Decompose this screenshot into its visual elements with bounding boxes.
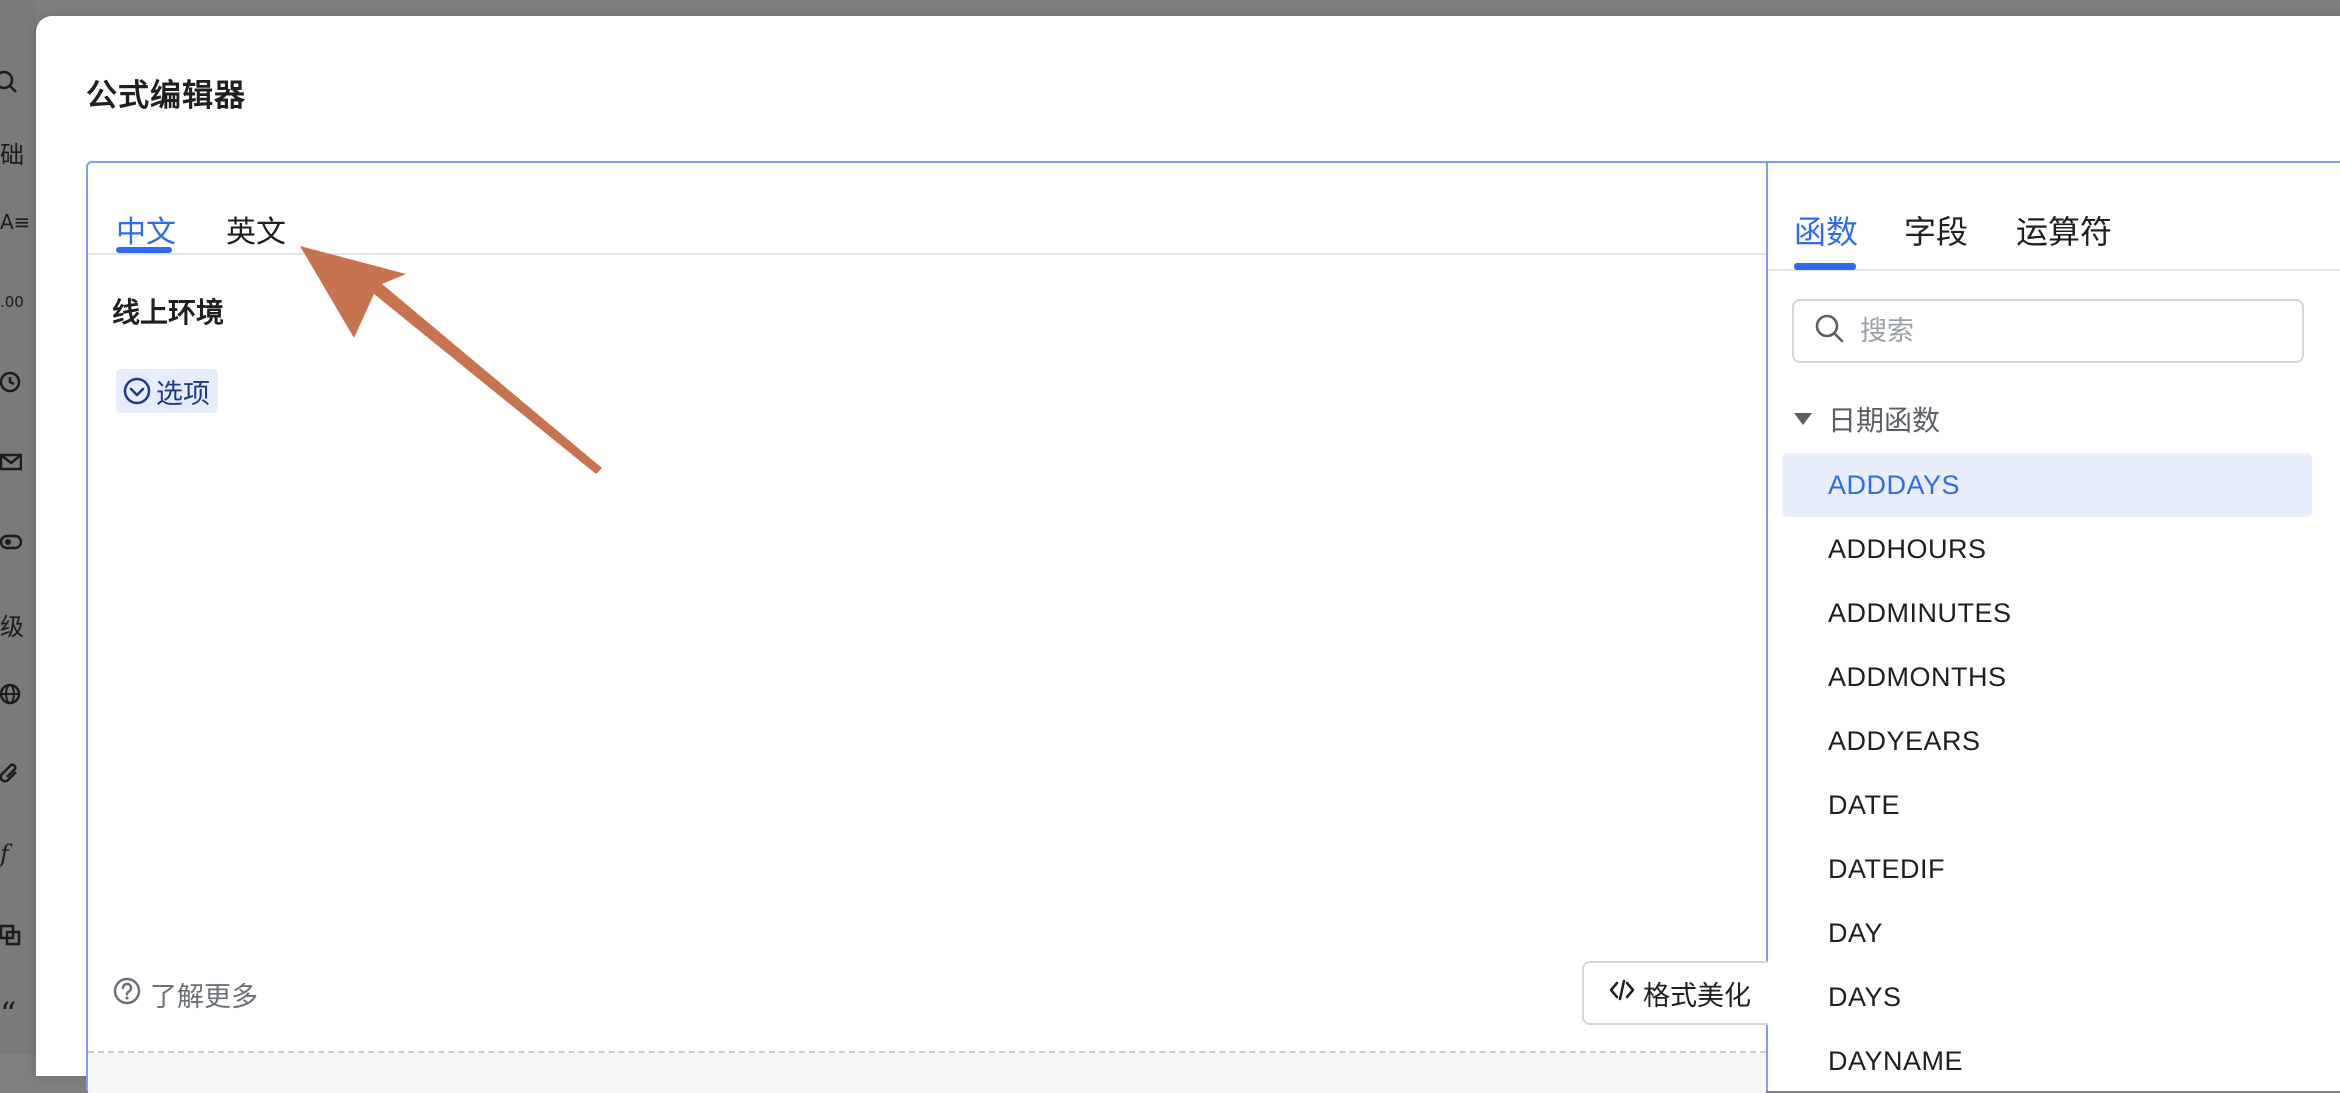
background-sidebar: 础 A≡ .00 级 ƒ “ bbox=[0, 0, 36, 1054]
format-beautify-label: 格式美化 bbox=[1643, 980, 1751, 1012]
function-item-day[interactable]: DAY bbox=[1782, 901, 2312, 965]
formula-editor-panel: 中文 英文 线上环境 选项 了解更多 格式美化 bbox=[86, 161, 1778, 1093]
function-item-addyears[interactable]: ADDYEARS bbox=[1782, 709, 2312, 773]
function-item-date[interactable]: DATE bbox=[1782, 773, 2312, 837]
code-icon bbox=[1609, 977, 1635, 1010]
sidebar-label-basic[interactable]: 础 bbox=[0, 132, 28, 172]
function-group-label: 日期函数 bbox=[1828, 404, 1941, 437]
learn-more-link[interactable]: 了解更多 bbox=[112, 975, 258, 1014]
format-beautify-button[interactable]: 格式美化 bbox=[1582, 961, 1778, 1025]
environment-label: 线上环境 bbox=[112, 296, 225, 329]
tab-functions[interactable]: 函数 bbox=[1794, 207, 1858, 253]
option-chip-label: 选项 bbox=[156, 378, 210, 410]
chevron-down-circle-icon bbox=[122, 376, 152, 406]
option-chip[interactable]: 选项 bbox=[116, 369, 218, 413]
formula-editor-modal: 公式编辑器 中文 英文 线上环境 选项 了解更多 格式美化 函数 字段 运算符 … bbox=[36, 16, 2340, 1093]
function-item-addhours[interactable]: ADDHOURS bbox=[1782, 517, 2312, 581]
tab-english[interactable]: 英文 bbox=[226, 207, 286, 251]
function-list: ADDDAYS ADDHOURS ADDMINUTES ADDMONTHS AD… bbox=[1782, 453, 2312, 1093]
function-item-datedif[interactable]: DATEDIF bbox=[1782, 837, 2312, 901]
function-item-days[interactable]: DAYS bbox=[1782, 965, 2312, 1029]
globe-icon[interactable] bbox=[0, 674, 28, 714]
function-item-adddays[interactable]: ADDDAYS bbox=[1782, 453, 2312, 517]
function-item-dayname[interactable]: DAYNAME bbox=[1782, 1029, 2312, 1093]
copy-icon[interactable] bbox=[0, 914, 28, 954]
number-format-icon[interactable]: .00 bbox=[0, 282, 28, 322]
learn-more-label: 了解更多 bbox=[150, 982, 258, 1013]
function-search-input[interactable] bbox=[1858, 314, 2258, 348]
search-icon[interactable] bbox=[0, 62, 28, 102]
active-tab-indicator bbox=[116, 247, 172, 253]
function-item-addmonths[interactable]: ADDMONTHS bbox=[1782, 645, 2312, 709]
mail-icon[interactable] bbox=[0, 442, 28, 482]
modal-title: 公式编辑器 bbox=[86, 78, 246, 114]
clock-icon[interactable] bbox=[0, 362, 28, 402]
function-item-addminutes[interactable]: ADDMINUTES bbox=[1782, 581, 2312, 645]
question-circle-icon bbox=[112, 976, 142, 1013]
tab-operators[interactable]: 运算符 bbox=[2016, 207, 2112, 253]
caret-down-icon bbox=[1794, 413, 1812, 425]
function-search-box[interactable] bbox=[1792, 299, 2304, 363]
search-icon bbox=[1814, 313, 1846, 349]
tab-chinese[interactable]: 中文 bbox=[116, 207, 176, 251]
language-tabs: 中文 英文 bbox=[88, 163, 1766, 255]
tab-fields[interactable]: 字段 bbox=[1904, 207, 1968, 253]
editor-footer-area bbox=[88, 1053, 1766, 1093]
function-panel-tabs: 函数 字段 运算符 bbox=[1768, 163, 2340, 271]
function-group-date[interactable]: 日期函数 bbox=[1794, 399, 1940, 439]
quote-icon[interactable]: “ bbox=[0, 994, 28, 1034]
function-panel: 函数 字段 运算符 日期函数 ADDDAYS ADDHOURS ADDMINUT… bbox=[1768, 161, 2340, 1091]
attachment-icon[interactable] bbox=[0, 754, 28, 794]
toggle-icon[interactable] bbox=[0, 522, 28, 562]
formula-icon[interactable]: ƒ bbox=[0, 834, 28, 874]
sidebar-label-advanced[interactable]: 级 bbox=[0, 604, 28, 644]
text-format-icon[interactable]: A≡ bbox=[0, 202, 28, 242]
active-tab-indicator bbox=[1794, 263, 1856, 270]
